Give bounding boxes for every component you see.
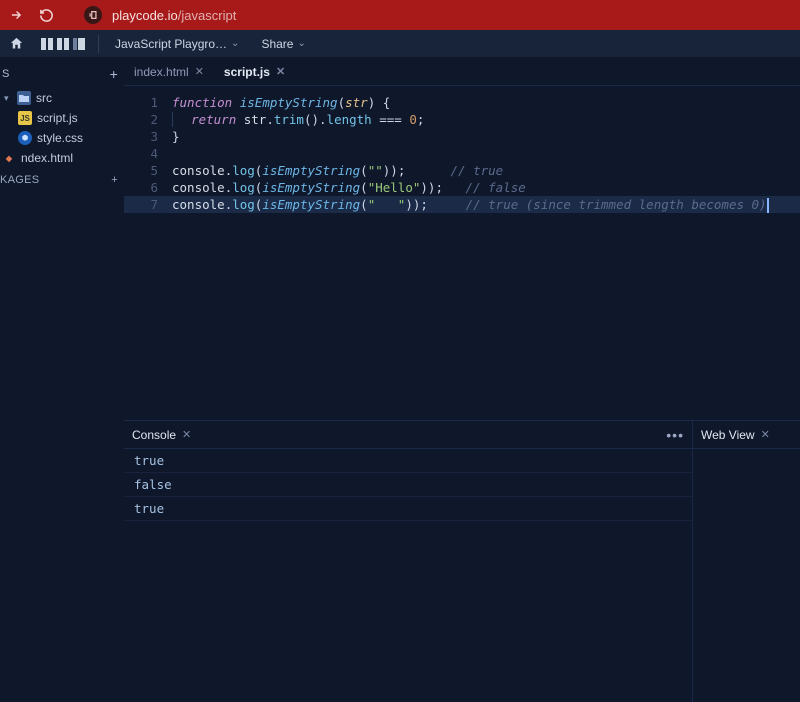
code-line [172,145,800,162]
tab-webview[interactable]: Web View ✕ [701,428,770,442]
url-path: /javascript [178,8,237,23]
close-icon[interactable]: ✕ [276,65,285,78]
console-panel: Console ✕ ••• true false true [124,421,693,702]
text-cursor [767,198,769,213]
project-dropdown-label: JavaScript Playgro… [115,37,227,51]
app-toolbar: JavaScript Playgro… ⌄ Share ⌄ [0,30,800,58]
files-header-label: S [2,68,10,80]
code-line: function isEmptyString(str) { [172,94,800,111]
tree-file-script-js[interactable]: JS script.js [0,108,124,128]
main-area: S + ▾ src JS script.js ⬢ style.css ◆ nde… [0,58,800,702]
line-number: 6 [124,179,172,196]
editor-tabs: index.html ✕ script.js ✕ [124,58,800,86]
code-line: console.log(isEmptyString("")); // true [172,162,800,179]
line-number: 2 [124,111,172,128]
tree-label: src [36,91,52,105]
more-icon[interactable]: ••• [666,427,684,443]
code-line: } [172,128,800,145]
url-host: playcode.io [112,8,178,23]
webview-panel: Web View ✕ [693,421,800,702]
chevron-down-icon: ⌄ [297,38,305,49]
site-info-icon[interactable] [84,6,102,24]
layout-right-icon[interactable] [72,37,86,51]
layout-switcher [40,37,86,51]
tree-file-index-html[interactable]: ◆ ndex.html [0,148,124,168]
browser-chrome: playcode.io/javascript [0,0,800,30]
add-package-button[interactable]: + [111,174,118,186]
code-line: console.log(isEmptyString(" ")); // true… [172,196,800,213]
tab-console[interactable]: Console ✕ [132,428,191,442]
tree-label: ndex.html [21,151,73,165]
close-icon[interactable]: ✕ [182,428,191,441]
tab-label: Console [132,428,176,442]
tab-label: script.js [224,65,270,79]
console-line: true [124,449,692,473]
tree-label: script.js [37,111,78,125]
files-section-header: S + [0,64,124,88]
share-dropdown[interactable]: Share ⌄ [255,37,311,51]
file-sidebar: S + ▾ src JS script.js ⬢ style.css ◆ nde… [0,58,124,702]
close-icon[interactable]: ✕ [761,428,770,441]
console-line: true [124,497,692,521]
bottom-panels: Console ✕ ••• true false true Web View ✕ [124,420,800,702]
folder-icon [17,91,31,105]
line-number: 7 [124,196,172,213]
js-file-icon: JS [18,111,32,125]
tree-folder-src[interactable]: ▾ src [0,88,124,108]
forward-button[interactable] [8,7,24,23]
layout-split-icon[interactable] [56,37,70,51]
tree-file-style-css[interactable]: ⬢ style.css [0,128,124,148]
line-number: 3 [124,128,172,145]
tab-label: Web View [701,428,755,442]
editor-column: index.html ✕ script.js ✕ 1 function isEm… [124,58,800,702]
add-file-button[interactable]: + [110,66,118,82]
console-tabs: Console ✕ ••• [124,421,692,449]
tree-label: style.css [37,131,83,145]
share-dropdown-label: Share [261,37,293,51]
chevron-down-icon: ▾ [4,93,12,104]
packages-section-header: KAGES + [0,168,124,190]
code-line: return str.trim().length === 0; [172,111,800,128]
packages-header-label: KAGES [0,174,39,186]
html-file-icon: ◆ [2,151,16,165]
console-output[interactable]: true false true [124,449,692,702]
chevron-down-icon: ⌄ [231,38,239,49]
css-file-icon: ⬢ [18,131,32,145]
console-line: false [124,473,692,497]
tab-script-js[interactable]: script.js ✕ [214,58,295,85]
line-number: 1 [124,94,172,111]
tab-label: index.html [134,65,189,79]
layout-columns-icon[interactable] [40,37,54,51]
reload-button[interactable] [38,7,54,23]
project-dropdown[interactable]: JavaScript Playgro… ⌄ [109,37,245,51]
tab-index-html[interactable]: index.html ✕ [124,58,214,85]
code-editor[interactable]: 1 function isEmptyString(str) { 2 return… [124,86,800,420]
webview-tabs: Web View ✕ [693,421,800,449]
close-icon[interactable]: ✕ [195,65,204,78]
line-number: 5 [124,162,172,179]
line-number: 4 [124,145,172,162]
code-line: console.log(isEmptyString("Hello")); // … [172,179,800,196]
toolbar-separator [98,35,99,53]
home-icon[interactable] [8,36,24,52]
address-bar[interactable]: playcode.io/javascript [112,8,236,23]
